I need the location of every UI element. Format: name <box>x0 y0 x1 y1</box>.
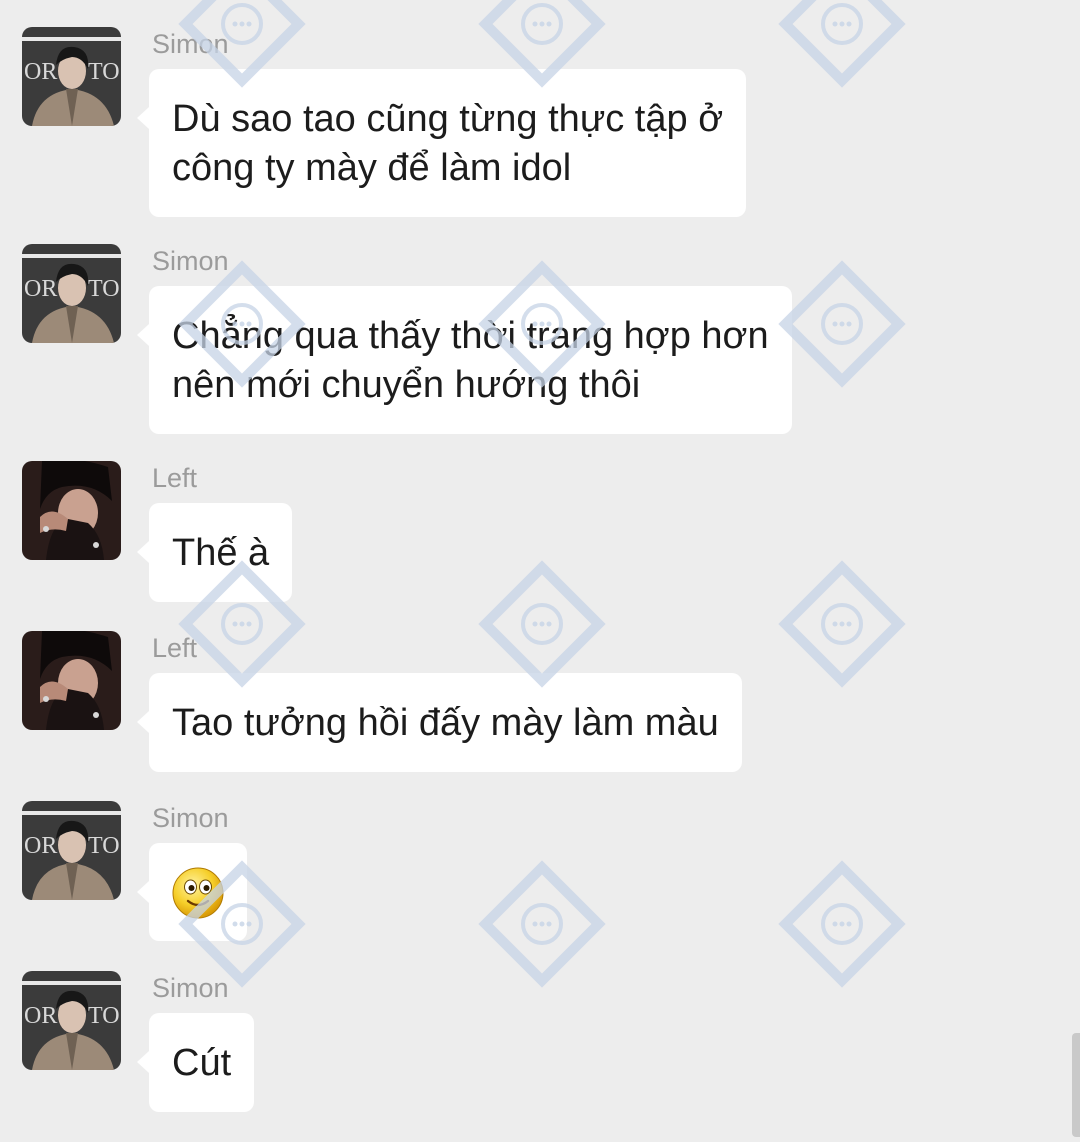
message-text: Dù sao tao cũng từng thực tập ở <box>172 98 724 140</box>
svg-text:OR: OR <box>24 276 57 302</box>
message-text: công ty mày để làm idol <box>172 147 572 189</box>
scrollbar[interactable] <box>1072 1033 1080 1137</box>
avatar-image: OR TO <box>22 244 121 343</box>
sender-avatar[interactable]: OR TO <box>22 801 121 900</box>
chat-view[interactable]: OR TO Simon Dù sao tao cũng từng thực tậ… <box>0 0 1080 1137</box>
sender-avatar[interactable] <box>22 461 121 560</box>
message-bubble[interactable]: Cút <box>136 1013 255 1112</box>
svg-text:TO: TO <box>88 833 120 859</box>
avatar-image <box>22 461 121 560</box>
sender-avatar[interactable]: OR TO <box>22 244 121 343</box>
avatar-image: OR TO <box>22 801 121 900</box>
sender-name: Left <box>152 463 198 493</box>
svg-text:OR: OR <box>24 1003 57 1029</box>
message-bubble[interactable]: Thế à <box>136 503 293 602</box>
sender-name: Simon <box>152 246 229 276</box>
sender-avatar[interactable]: OR TO <box>22 27 121 126</box>
message-text: Tao tưởng hồi đấy mày làm màu <box>172 702 719 744</box>
sender-name: Simon <box>152 803 229 833</box>
sender-name: Simon <box>152 29 229 59</box>
message-bubble[interactable]: Tao tưởng hồi đấy mày làm màu <box>137 673 742 772</box>
svg-text:OR: OR <box>24 59 57 85</box>
avatar-image: OR TO <box>22 971 121 1070</box>
message-bubble[interactable] <box>137 843 247 941</box>
svg-text:TO: TO <box>88 59 120 85</box>
message-text: nên mới chuyển hướng thôi <box>172 364 641 406</box>
svg-text:TO: TO <box>88 276 120 302</box>
svg-text:OR: OR <box>24 833 57 859</box>
sender-name: Left <box>152 633 198 663</box>
avatar-image <box>22 631 121 730</box>
message-bubble[interactable]: Chẳng qua thấy thời trang hợp hơn nên mớ… <box>137 286 792 434</box>
smiling-face-icon <box>172 867 224 919</box>
sender-avatar[interactable]: OR TO <box>22 971 121 1070</box>
message-text: Thế à <box>172 532 270 574</box>
message-text: Cút <box>172 1042 232 1084</box>
message-text: Chẳng qua thấy thời trang hợp hơn <box>172 315 769 357</box>
sender-avatar[interactable] <box>22 631 121 730</box>
message-bubble[interactable]: Dù sao tao cũng từng thực tập ở công ty … <box>136 69 747 217</box>
avatar-image: OR TO <box>22 27 121 126</box>
sender-name: Simon <box>152 973 229 1003</box>
svg-text:TO: TO <box>88 1003 120 1029</box>
